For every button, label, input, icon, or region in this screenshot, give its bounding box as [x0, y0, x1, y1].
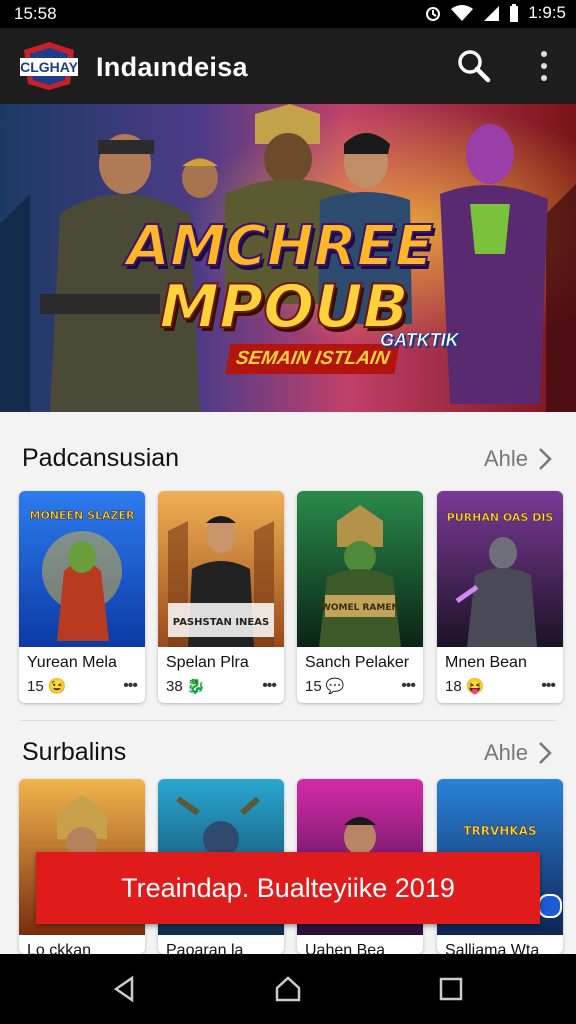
section-title: Padcansusian	[22, 444, 180, 472]
search-button[interactable]	[456, 48, 492, 84]
wifi-icon	[451, 5, 474, 21]
see-more-link[interactable]: Ahle	[484, 446, 552, 472]
hero-character-scout	[182, 158, 218, 198]
game-rating: 38 🐉	[166, 678, 206, 695]
section-title: Surbalins	[22, 738, 127, 766]
game-rating: 15 💬	[305, 678, 345, 695]
game-thumbnail: MONEEN SLAZER	[19, 491, 145, 647]
clock: 15:58	[14, 4, 57, 23]
recents-button[interactable]	[436, 974, 466, 1004]
notification-badge[interactable]	[538, 894, 562, 918]
home-button[interactable]	[273, 974, 303, 1004]
thumb-text: PASHSTAN INEAS	[173, 617, 269, 628]
hero-title-line2: MPOUB	[158, 271, 409, 343]
see-more-label: Ahle	[483, 740, 528, 765]
logo-text: CLGHAY	[20, 59, 78, 75]
search-icon	[458, 50, 491, 83]
game-title: Uahen Bea	[305, 942, 386, 954]
promo-banner[interactable]: Treaindap. Bualteyiike 2019	[36, 852, 540, 924]
game-title: Spelan Plra	[166, 654, 249, 671]
thumb-text: PURHAN OAS DIS	[447, 511, 554, 524]
game-thumbnail: PURHAN OAS DIS	[437, 491, 563, 647]
game-title: Mnen Bean	[445, 654, 527, 671]
navigation-bar	[0, 954, 576, 1024]
game-title: Lo ckkan	[27, 942, 92, 954]
game-card[interactable]: WOMEL RAMEN Sanch Pelaker 15 💬 •••	[297, 491, 423, 703]
hero-title-line1: AMCHREE	[126, 213, 435, 280]
see-more-label: Ahle	[483, 446, 528, 471]
game-title: Yurean Mela	[27, 654, 117, 671]
game-rating: 15 😉	[27, 678, 67, 695]
game-title: Salliama Wta	[445, 942, 540, 954]
back-button[interactable]	[110, 974, 140, 1004]
more-options-icon[interactable]: •••	[262, 677, 277, 695]
signal-icon	[484, 6, 500, 21]
emoji-icon: 💬	[325, 678, 345, 695]
more-vertical-icon	[541, 51, 547, 81]
home-icon	[275, 976, 301, 1002]
game-card[interactable]: MONEEN SLAZER Yurean Mela 15 😉 •••	[19, 491, 145, 703]
battery-text: 1:9:5	[528, 3, 566, 22]
section-padcansusian: Padcansusian Ahle MONEEN SLAZER Yurean M…	[0, 412, 576, 720]
hero-banner[interactable]: AMCHREE MPOUB SEMAIN ISTLAIN GATKTIK	[0, 104, 576, 412]
game-thumbnail: PASHSTAN INEAS	[158, 491, 284, 647]
status-bar: 15:58 1:9:5	[0, 0, 576, 28]
game-title: Sanch Pelaker	[305, 654, 410, 671]
game-card[interactable]: PASHSTAN INEAS Spelan Plra 38 🐉 •••	[158, 491, 284, 703]
hero-subtitle: SEMAIN ISTLAIN	[225, 344, 400, 374]
back-triangle-icon	[113, 975, 134, 1003]
game-rating: 18 😝	[445, 678, 485, 695]
more-options-icon[interactable]: •••	[123, 677, 138, 695]
more-options-icon[interactable]: •••	[541, 677, 556, 695]
game-title: Paoaran la	[166, 942, 244, 954]
more-options-icon[interactable]: •••	[401, 677, 416, 695]
section-divider	[20, 720, 556, 721]
thumb-text: TRRVHKAS	[463, 824, 536, 838]
emoji-icon: 😉	[47, 678, 67, 695]
game-card[interactable]: PURHAN OAS DIS Mnen Bean 18 😝 •••	[437, 491, 563, 703]
chevron-right-icon	[539, 448, 552, 470]
game-thumbnail: WOMEL RAMEN	[297, 491, 423, 647]
thumb-text: WOMEL RAMEN	[321, 603, 399, 613]
hero-tag: GATKTIK	[380, 330, 459, 351]
alarm-icon	[426, 7, 441, 21]
thumb-text: MONEEN SLAZER	[30, 509, 136, 522]
app-bar: CLGHAY Indaındeisa	[0, 28, 576, 104]
emoji-icon: 🐉	[186, 678, 206, 695]
recents-square-icon	[439, 977, 463, 1001]
chevron-right-icon	[539, 742, 552, 764]
emoji-icon: 😝	[465, 678, 485, 695]
app-logo[interactable]: CLGHAY	[16, 40, 82, 92]
overflow-menu-button[interactable]	[530, 48, 558, 84]
battery-icon	[510, 4, 519, 22]
app-title: Indaındeisa	[96, 52, 248, 82]
see-more-link[interactable]: Ahle	[484, 740, 552, 766]
